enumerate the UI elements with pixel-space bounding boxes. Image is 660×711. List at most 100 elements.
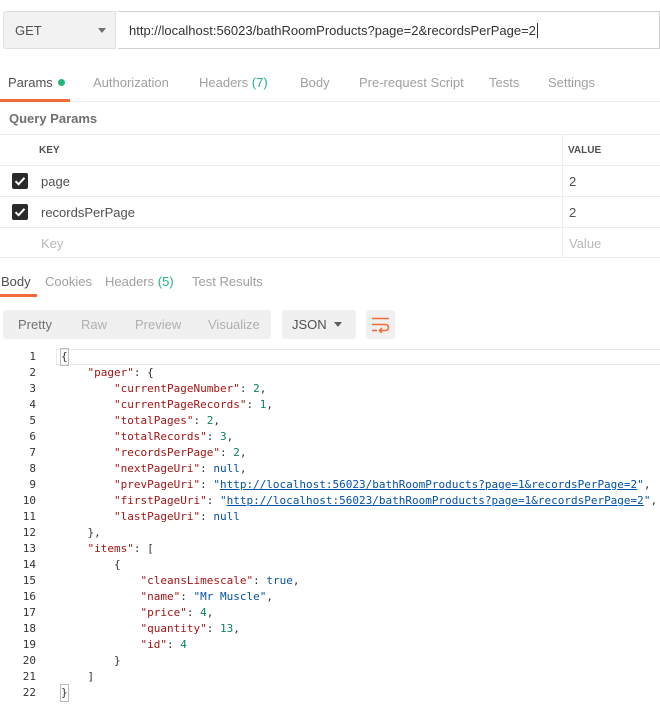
code-text: "totalRecords": 3, bbox=[113, 430, 234, 443]
response-body-editor[interactable]: 1{2 "pager": {3 "currentPageNumber": 2, 4… bbox=[0, 348, 660, 711]
param-checkbox[interactable] bbox=[12, 204, 28, 220]
table-row: recordsPerPage 2 bbox=[0, 196, 660, 227]
tab-settings[interactable]: Settings bbox=[548, 75, 595, 90]
line-number: 6 bbox=[29, 430, 36, 443]
param-checkbox[interactable] bbox=[12, 173, 28, 189]
active-tab-underline bbox=[0, 99, 70, 102]
code-text: } bbox=[60, 684, 69, 702]
code-text: "lastPageUri": null bbox=[113, 510, 240, 523]
tab-prerequest-script[interactable]: Pre-request Script bbox=[359, 75, 464, 90]
new-key-input[interactable]: Key bbox=[41, 236, 63, 251]
line-number: 11 bbox=[22, 510, 36, 523]
params-header-row: KEY VALUE bbox=[0, 134, 660, 165]
line-number: 5 bbox=[29, 414, 36, 427]
format-select[interactable]: JSON bbox=[282, 310, 356, 339]
tab-headers[interactable]: Headers (7) bbox=[199, 75, 268, 90]
code-text: "price": 4, bbox=[140, 606, 214, 619]
code-line: 17 "price": 4, bbox=[0, 605, 660, 621]
code-text: "pager": { bbox=[87, 366, 154, 379]
code-text: ] bbox=[61, 670, 95, 683]
tab-response-body[interactable]: Body bbox=[1, 274, 31, 289]
line-number: 17 bbox=[22, 606, 36, 619]
tab-authorization[interactable]: Authorization bbox=[93, 75, 169, 90]
chevron-down-icon bbox=[98, 28, 106, 33]
param-value[interactable]: 2 bbox=[569, 205, 576, 220]
new-value-input[interactable]: Value bbox=[569, 236, 601, 251]
tab-body[interactable]: Body bbox=[300, 75, 330, 90]
code-text: "recordsPerPage": 2, bbox=[113, 446, 247, 459]
tab-response-headers[interactable]: Headers (5) bbox=[105, 274, 174, 289]
code-text: "prevPageUri": "http://localhost:56023/b… bbox=[113, 478, 651, 491]
wrap-lines-icon bbox=[372, 317, 390, 333]
code-line: 15 "cleansLimescale": true, bbox=[0, 573, 660, 589]
col-key-header: KEY bbox=[39, 145, 60, 156]
view-pretty[interactable]: Pretty bbox=[18, 317, 52, 332]
method-select[interactable]: GET bbox=[3, 11, 116, 49]
view-preview[interactable]: Preview bbox=[135, 317, 181, 332]
url-input[interactable]: http://localhost:56023/bathRoomProducts?… bbox=[118, 11, 660, 49]
tab-params[interactable]: Params bbox=[8, 75, 65, 90]
code-line: 13 "items": [ bbox=[0, 541, 660, 557]
line-number: 8 bbox=[29, 462, 36, 475]
line-number: 20 bbox=[22, 654, 36, 667]
tab-cookies[interactable]: Cookies bbox=[45, 274, 92, 289]
param-value[interactable]: 2 bbox=[569, 174, 576, 189]
code-line: 4 "currentPageRecords": 1, bbox=[0, 397, 660, 413]
code-line: 5 "totalPages": 2, bbox=[0, 413, 660, 429]
query-params-title: Query Params bbox=[9, 111, 98, 126]
code-line: 10 "firstPageUri": "http://localhost:560… bbox=[0, 493, 660, 509]
wrap-lines-button[interactable] bbox=[366, 310, 395, 339]
code-text: "cleansLimescale": true, bbox=[140, 574, 300, 587]
param-key[interactable]: page bbox=[41, 174, 70, 189]
line-number: 10 bbox=[22, 494, 36, 507]
code-line: 21 ] bbox=[0, 669, 660, 685]
line-number: 21 bbox=[22, 670, 36, 683]
code-text: "id": 4 bbox=[140, 638, 187, 651]
format-label: JSON bbox=[292, 317, 327, 332]
line-number: 14 bbox=[22, 558, 36, 571]
tab-response-headers-count: (5) bbox=[157, 274, 174, 289]
view-raw[interactable]: Raw bbox=[81, 317, 107, 332]
params-table: KEY VALUE page 2 recordsPerPage 2 Key Va… bbox=[0, 134, 660, 258]
line-number: 18 bbox=[22, 622, 36, 635]
code-text: "name": "Mr Muscle", bbox=[140, 590, 273, 603]
code-line: 18 "quantity": 13, bbox=[0, 621, 660, 637]
line-number: 7 bbox=[29, 446, 36, 459]
code-line: 22} bbox=[0, 684, 660, 702]
method-label: GET bbox=[15, 23, 42, 38]
text-caret bbox=[536, 23, 538, 38]
code-text: "items": [ bbox=[87, 542, 154, 555]
code-line: 2 "pager": { bbox=[0, 365, 660, 381]
code-text: { bbox=[61, 558, 121, 571]
code-text: } bbox=[61, 654, 121, 667]
response-tabs: Body Cookies Headers (5) Test Results bbox=[0, 268, 660, 298]
code-text: "currentPageRecords": 1, bbox=[113, 398, 273, 411]
code-line: 9 "prevPageUri": "http://localhost:56023… bbox=[0, 477, 660, 493]
url-value: http://localhost:56023/bathRoomProducts?… bbox=[129, 23, 536, 38]
active-dot-icon bbox=[57, 79, 65, 86]
code-line: 1{ bbox=[0, 348, 660, 366]
code-line: 19 "id": 4 bbox=[0, 637, 660, 653]
col-value-header: VALUE bbox=[568, 145, 602, 156]
param-key[interactable]: recordsPerPage bbox=[41, 205, 135, 220]
code-line: 6 "totalRecords": 3, bbox=[0, 429, 660, 445]
view-visualize[interactable]: Visualize bbox=[208, 317, 260, 332]
line-number: 15 bbox=[22, 574, 36, 587]
column-divider bbox=[562, 228, 563, 257]
code-line: 12 }, bbox=[0, 525, 660, 541]
request-tabs: Params Authorization Headers (7) Body Pr… bbox=[0, 66, 660, 102]
code-text: "quantity": 13, bbox=[140, 622, 240, 635]
view-mode-group: Pretty Raw Preview Visualize bbox=[3, 310, 271, 339]
tab-tests[interactable]: Tests bbox=[489, 75, 519, 90]
active-tab-underline bbox=[0, 294, 37, 297]
checkmark-icon bbox=[14, 177, 26, 186]
code-line: 14 { bbox=[0, 557, 660, 573]
line-number: 3 bbox=[29, 382, 36, 395]
tab-test-results[interactable]: Test Results bbox=[192, 274, 263, 289]
code-line: 20 } bbox=[0, 653, 660, 669]
column-divider bbox=[562, 197, 563, 227]
table-row: page 2 bbox=[0, 165, 660, 196]
url-text: http://localhost:56023/bathRoomProducts?… bbox=[129, 23, 538, 38]
line-number: 12 bbox=[22, 526, 36, 539]
code-line: 16 "name": "Mr Muscle", bbox=[0, 589, 660, 605]
